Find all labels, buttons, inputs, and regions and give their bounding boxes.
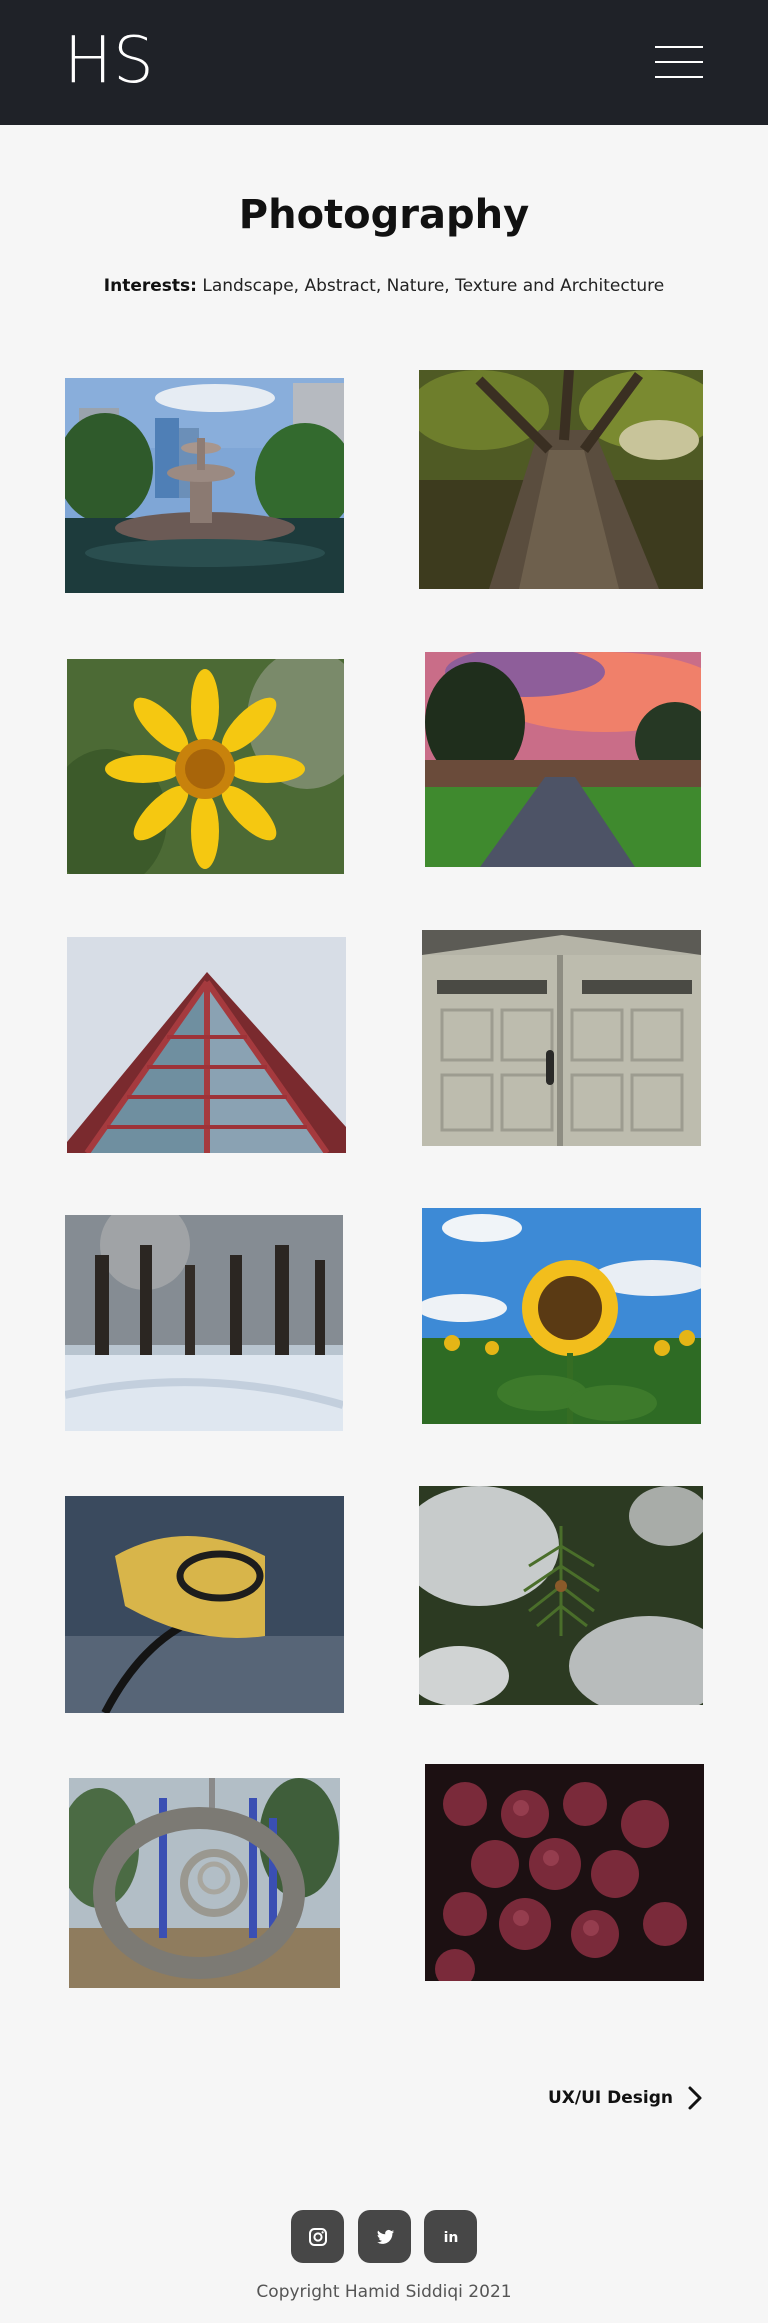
sunflower-field-photo[interactable] xyxy=(422,1208,701,1424)
basketball-hoop-photo[interactable] xyxy=(65,1496,344,1713)
interests-text: Interests: Landscape, Abstract, Nature, … xyxy=(0,274,768,298)
glass-building-photo[interactable] xyxy=(67,937,346,1153)
site-header: HS xyxy=(0,0,768,125)
linkedin-icon: in xyxy=(443,2230,458,2246)
twitter-icon xyxy=(376,2229,394,2244)
interests-label: Interests: xyxy=(103,276,197,296)
chevron-right-icon[interactable] xyxy=(684,2084,706,2112)
copyright-text: Copyright Hamid Siddiqi 2021 xyxy=(256,2282,512,2302)
pine-branch-photo[interactable] xyxy=(419,1486,703,1705)
snowy-forest-photo[interactable] xyxy=(65,1215,343,1431)
yellow-daisy-photo[interactable] xyxy=(67,659,344,874)
linkedin-button[interactable]: in xyxy=(424,2210,477,2263)
twitter-button[interactable] xyxy=(358,2210,411,2263)
interests-list: Landscape, Abstract, Nature, Texture and… xyxy=(196,276,665,296)
sunset-path-photo[interactable] xyxy=(425,652,701,867)
ux-ui-design-link[interactable]: UX/UI Design xyxy=(548,2084,673,2112)
page-title: Photography xyxy=(238,192,530,238)
fountain-photo[interactable] xyxy=(65,378,344,593)
tree-trunk-photo[interactable] xyxy=(419,370,703,589)
playground-rings-photo[interactable] xyxy=(69,1778,340,1988)
grapes-photo[interactable] xyxy=(425,1764,704,1981)
garage-door-photo[interactable] xyxy=(422,930,701,1146)
instagram-button[interactable] xyxy=(291,2210,344,2263)
logo[interactable]: HS xyxy=(64,22,155,100)
hamburger-menu-icon[interactable] xyxy=(655,44,705,80)
svg-text:in: in xyxy=(443,2230,458,2246)
instagram-icon xyxy=(308,2227,327,2246)
